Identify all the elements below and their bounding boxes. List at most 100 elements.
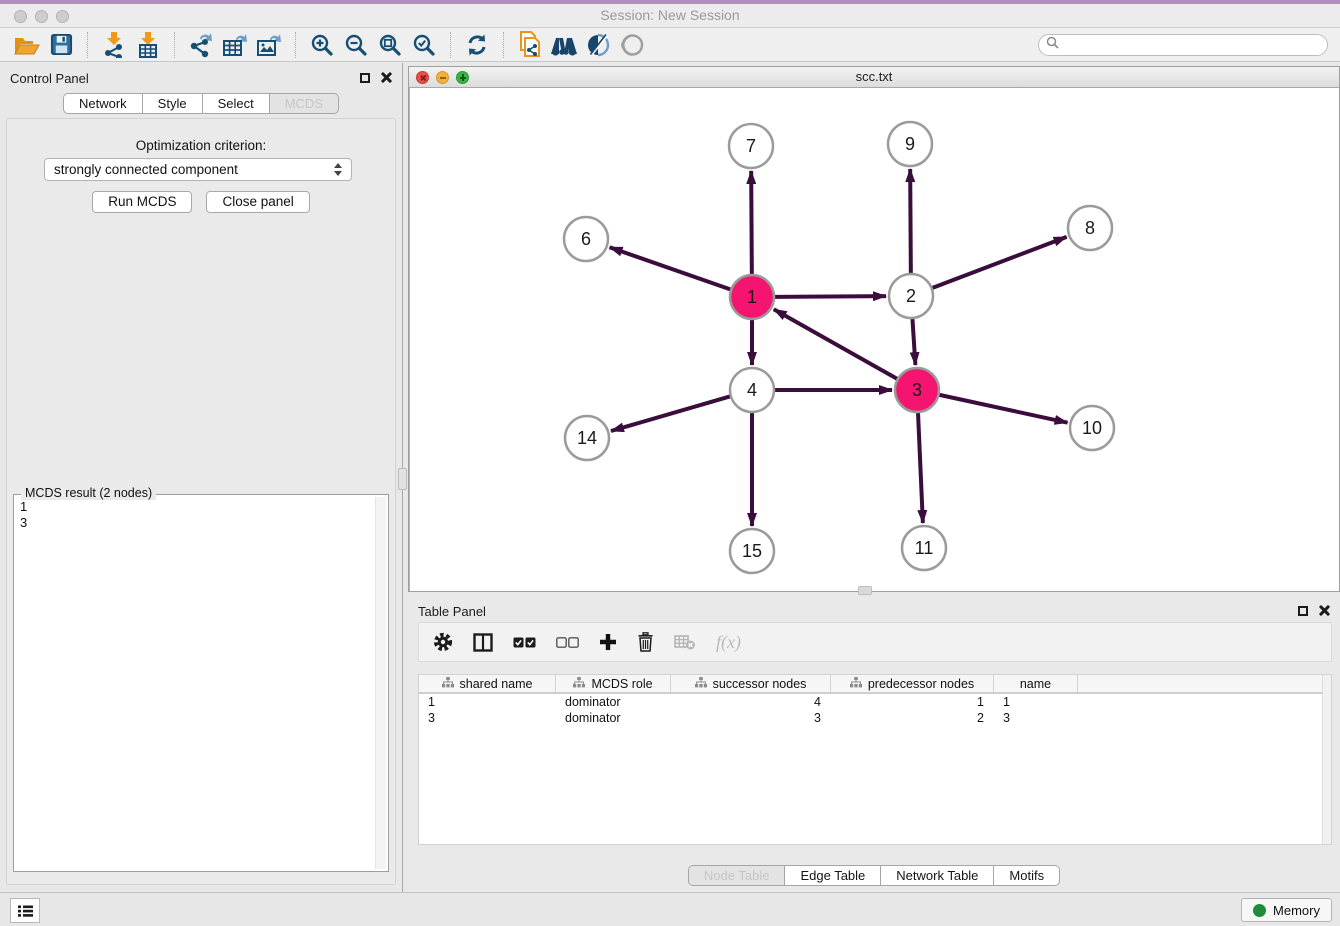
- memory-button[interactable]: Memory: [1241, 898, 1332, 922]
- mcds-result-line: 3: [20, 515, 370, 531]
- minimize-window-icon[interactable]: [35, 10, 48, 23]
- session-title: Session: New Session: [0, 4, 1340, 27]
- graph-node-1[interactable]: 1: [730, 275, 774, 319]
- save-icon[interactable]: [44, 31, 78, 59]
- table-scrollbar[interactable]: [1322, 675, 1331, 844]
- tab-edge-table[interactable]: Edge Table: [785, 865, 881, 886]
- search-box[interactable]: [1038, 34, 1328, 56]
- zoom-out-icon[interactable]: [339, 31, 373, 59]
- deselect-all-icon[interactable]: [556, 637, 579, 648]
- gear-icon[interactable]: [433, 632, 453, 652]
- close-panel-button[interactable]: Close panel: [206, 191, 309, 213]
- tab-motifs[interactable]: Motifs: [994, 865, 1060, 886]
- horizontal-divider-grip[interactable]: [858, 586, 872, 595]
- clone-network-icon[interactable]: [513, 31, 547, 59]
- graph-edge-4-14[interactable]: [611, 396, 730, 431]
- graphics-details-icon[interactable]: [581, 31, 615, 59]
- tab-style[interactable]: Style: [143, 93, 203, 114]
- table-row[interactable]: 1dominator411: [419, 694, 1331, 710]
- tab-network[interactable]: Network: [63, 93, 143, 114]
- column-header-label: shared name: [460, 677, 533, 691]
- column-header-label: successor nodes: [713, 677, 807, 691]
- graph-node-3[interactable]: 3: [895, 368, 939, 412]
- binoculars-icon[interactable]: [547, 31, 581, 59]
- task-history-button[interactable]: [10, 898, 40, 923]
- graph-node-6[interactable]: 6: [564, 217, 608, 261]
- graph-edge-3-11[interactable]: [918, 413, 923, 523]
- zoom-selected-icon[interactable]: [407, 31, 441, 59]
- status-bar: Memory: [0, 892, 1340, 926]
- trash-icon[interactable]: [637, 632, 654, 652]
- float-panel-icon[interactable]: [360, 73, 370, 83]
- graph-edge-2-9[interactable]: [910, 169, 911, 273]
- close-panel-icon[interactable]: [381, 72, 392, 83]
- graph-edge-1-2[interactable]: [775, 296, 886, 297]
- criterion-select[interactable]: strongly connected component: [44, 158, 352, 181]
- split-divider-grip[interactable]: [398, 468, 407, 490]
- graph-edge-3-1[interactable]: [774, 309, 897, 378]
- column-header-mcds-role[interactable]: MCDS role: [556, 675, 671, 692]
- import-table-icon[interactable]: [131, 31, 165, 59]
- eye-icon[interactable]: [615, 31, 649, 59]
- close-window-icon[interactable]: [14, 10, 27, 23]
- function-builder-icon: f(x): [716, 632, 741, 653]
- refresh-icon[interactable]: [460, 31, 494, 59]
- add-icon[interactable]: [599, 633, 617, 651]
- cell-mcds-role: dominator: [556, 695, 671, 709]
- column-header-predecessor-nodes[interactable]: predecessor nodes: [831, 675, 994, 692]
- graph-edge-1-7[interactable]: [751, 171, 752, 274]
- column-type-icon: [573, 677, 585, 691]
- tab-node-table[interactable]: Node Table: [688, 865, 786, 886]
- graph-node-9[interactable]: 9: [888, 122, 932, 166]
- close-table-panel-icon[interactable]: [1319, 605, 1330, 616]
- mcds-result-line: 1: [20, 499, 370, 515]
- column-header-shared-name[interactable]: shared name: [419, 675, 556, 692]
- mcds-result-text[interactable]: 13: [16, 498, 374, 869]
- cell-successor-nodes: 4: [671, 695, 831, 709]
- select-stepper-icon: [334, 163, 342, 176]
- network-canvas[interactable]: 7 9 6 8 1 2 4 3 14 10 15 11: [409, 88, 1339, 591]
- network-window-titlebar[interactable]: scc.txt: [409, 67, 1339, 88]
- graph-node-7[interactable]: 7: [729, 124, 773, 168]
- graph-node-4[interactable]: 4: [730, 368, 774, 412]
- zoom-in-icon[interactable]: [305, 31, 339, 59]
- search-input[interactable]: [1064, 38, 1320, 52]
- tab-mcds[interactable]: MCDS: [270, 93, 339, 114]
- graph-node-10[interactable]: 10: [1070, 406, 1114, 450]
- maximize-window-icon[interactable]: [56, 10, 69, 23]
- column-header-name[interactable]: name: [994, 675, 1078, 692]
- graph-node-2[interactable]: 2: [889, 274, 933, 318]
- export-image-icon[interactable]: [252, 31, 286, 59]
- tab-select[interactable]: Select: [203, 93, 270, 114]
- graph-node-8[interactable]: 8: [1068, 206, 1112, 250]
- network-maximize-icon[interactable]: [456, 71, 469, 84]
- column-header-successor-nodes[interactable]: successor nodes: [671, 675, 831, 692]
- graph-node-15[interactable]: 15: [730, 529, 774, 573]
- graph-node-14[interactable]: 14: [565, 416, 609, 460]
- graph-edge-1-6[interactable]: [610, 247, 731, 289]
- import-network-icon[interactable]: [97, 31, 131, 59]
- graph-edge-2-8[interactable]: [933, 237, 1067, 288]
- window-traffic-lights: [14, 10, 69, 23]
- criterion-value: strongly connected component: [54, 162, 238, 177]
- toolbar-separator: [174, 32, 175, 58]
- mcds-result-scrollbar[interactable]: [375, 497, 386, 869]
- tab-network-table[interactable]: Network Table: [881, 865, 994, 886]
- export-table-icon[interactable]: [218, 31, 252, 59]
- column-type-icon: [442, 677, 454, 691]
- open-folder-icon[interactable]: [10, 31, 44, 59]
- run-mcds-button[interactable]: Run MCDS: [92, 191, 192, 213]
- network-minimize-icon[interactable]: [436, 71, 449, 84]
- toolbar-separator: [503, 32, 504, 58]
- select-all-icon[interactable]: [513, 637, 536, 648]
- graph-node-11[interactable]: 11: [902, 526, 946, 570]
- export-network-icon[interactable]: [184, 31, 218, 59]
- graph-edge-3-10[interactable]: [939, 395, 1067, 423]
- network-close-icon[interactable]: [416, 71, 429, 84]
- columns-icon[interactable]: [473, 633, 493, 652]
- column-header-label: MCDS role: [591, 677, 652, 691]
- table-row[interactable]: 3dominator323: [419, 710, 1331, 726]
- graph-edge-2-3[interactable]: [912, 319, 915, 365]
- float-table-panel-icon[interactable]: [1298, 606, 1308, 616]
- zoom-fit-icon[interactable]: [373, 31, 407, 59]
